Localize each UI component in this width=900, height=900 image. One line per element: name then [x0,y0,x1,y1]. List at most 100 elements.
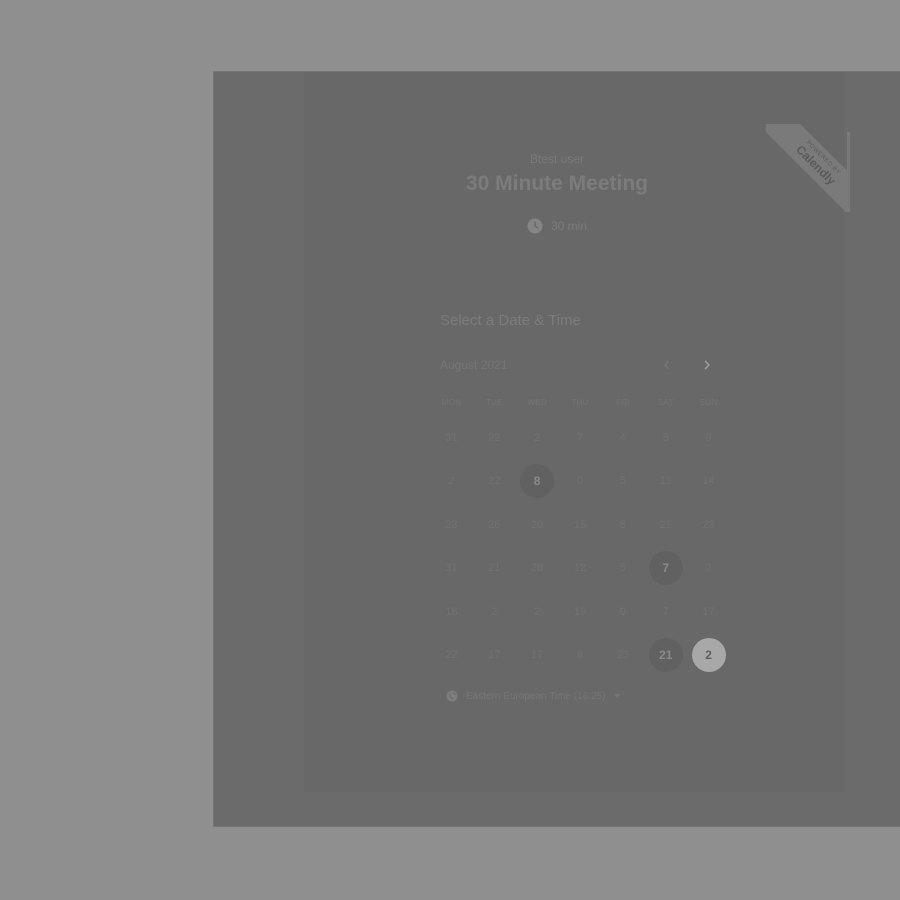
calendar-day: 5 [644,416,687,460]
calendar-day: 23 [601,634,644,678]
calendar-day: 2 [687,547,730,591]
calendar-day-number: 0 [619,605,626,618]
calendar-day: 14 [687,460,730,504]
calendar-day-number: 31 [445,562,458,575]
calendar-day-number: 2 [705,562,712,575]
calendar-day: 5 [601,547,644,591]
calendar-day-number: 8 [619,518,626,531]
calendar-day: 17 [473,634,516,678]
calendar-day: 9 [687,416,730,460]
weekday-label: WED [527,398,547,407]
calendar-day: 20 [516,503,559,547]
chevron-right-icon [704,360,710,370]
month-label: August 2021 [440,358,508,372]
calendar-day-number: 5 [662,431,669,444]
event-title: 30 Minute Meeting [465,172,649,195]
calendar-day-number: 23 [445,518,458,531]
calendar-day-number: 23 [616,649,629,662]
calendar-day-number: 5 [619,562,626,575]
calendar-day-number: 5 [619,475,626,488]
calendar-day: 22 [473,416,516,460]
calendar-day-number: 21 [659,518,672,531]
calendar-day: 23 [430,503,473,547]
calendar-day-available[interactable]: 8 [516,460,559,504]
calendar-day: 22 [430,634,473,678]
calendar-day-number: 7 [648,551,683,586]
calendar-day-number: 23 [702,518,715,531]
calendar-day-number: 7 [662,605,669,618]
calendar-day-number: 21 [488,562,501,575]
duration-label: 30 min [550,219,588,233]
calendar-day-selected[interactable]: 2 [687,634,730,678]
calendar-day-number: 17 [702,605,715,618]
powered-by-badge[interactable]: powered by Calendly [766,124,850,212]
calendar-day-available[interactable]: 21 [644,634,687,678]
calendar-day: 7 [644,590,687,634]
weekday-label: SAT [657,398,674,407]
calendar-day-number: 2 [448,475,455,488]
calendar-day-number: 15 [573,518,587,531]
calendar-day: 12 [559,547,602,591]
calendar-day-number: 28 [531,562,544,575]
calendar-day-number: 2 [534,605,541,618]
host-name: Btest user [529,152,585,166]
calendar-day-number: 2 [491,605,498,618]
calendar-day-number: 20 [531,518,544,531]
calendar-day: 15 [559,503,602,547]
calendar-day-number: 8 [576,649,584,662]
calendar-day: 23 [687,503,730,547]
select-date-heading: Select a Date & Time [440,312,581,329]
calendar-day-available[interactable]: 7 [644,547,687,591]
calendar-day: 21 [473,547,516,591]
calendar-day: 19 [559,590,602,634]
calendar-day-number: 22 [488,431,501,444]
globe-icon [446,690,458,702]
calendar-day: 8 [601,503,644,547]
caret-down-icon [613,694,620,698]
calendar-day-number: 14 [702,475,715,488]
clock-icon [527,218,543,234]
previous-month-button[interactable] [656,354,678,376]
calendar-day-number: 17 [488,649,501,662]
calendar-day: 21 [644,503,687,547]
calendar-day-number: 0 [576,475,584,488]
calendar-day: 28 [516,547,559,591]
calendar-day-number: 7 [576,431,584,444]
next-month-button[interactable] [696,354,718,376]
calendar-day: 4 [601,416,644,460]
timezone-selector[interactable]: Eastern European Time (16:25) [446,690,620,702]
calendar-day-number: 22 [445,649,458,662]
weekday-label: FRI [615,398,630,407]
calendar-day: 2 [516,416,559,460]
calendar-day: 13 [644,460,687,504]
calendar-day: 31 [430,547,473,591]
calendar-day: 0 [601,590,644,634]
calendar-day: 5 [601,460,644,504]
booking-panel: powered by Calendly Btest user 30 Minute… [214,72,900,826]
calendar-day-number: 22 [488,475,501,488]
calendar-day-number: 2 [534,431,541,444]
calendar-day: 2 [516,590,559,634]
weekday-label: MON [441,398,462,407]
calendar-day-number: 8 [520,464,555,499]
calendar-day: 0 [559,460,602,504]
calendar-day: 22 [473,460,516,504]
calendar-day-number: 4 [619,431,626,444]
calendar-day: 31 [430,416,473,460]
weekday-label: THU [571,398,589,407]
weekday-label: SUN [699,398,718,407]
calendar-day-number: 21 [648,638,683,673]
calendar-day: 8 [559,634,602,678]
calendar-day: 2 [430,460,473,504]
weekday-header: MON TUE WED THU FRI SAT SUN [430,398,730,412]
calendar-day: 7 [559,416,602,460]
badge-band: powered by Calendly [766,124,850,212]
calendar-day: 18 [430,590,473,634]
calendar-day-number: 31 [445,431,458,444]
calendar-day-number: 26 [488,518,501,531]
event-duration: 30 min [214,218,900,234]
calendar-day: 17 [516,634,559,678]
weekday-label: TUE [485,398,503,407]
calendar-day-number: 18 [445,605,458,618]
calendar-day-number: 12 [573,562,587,575]
